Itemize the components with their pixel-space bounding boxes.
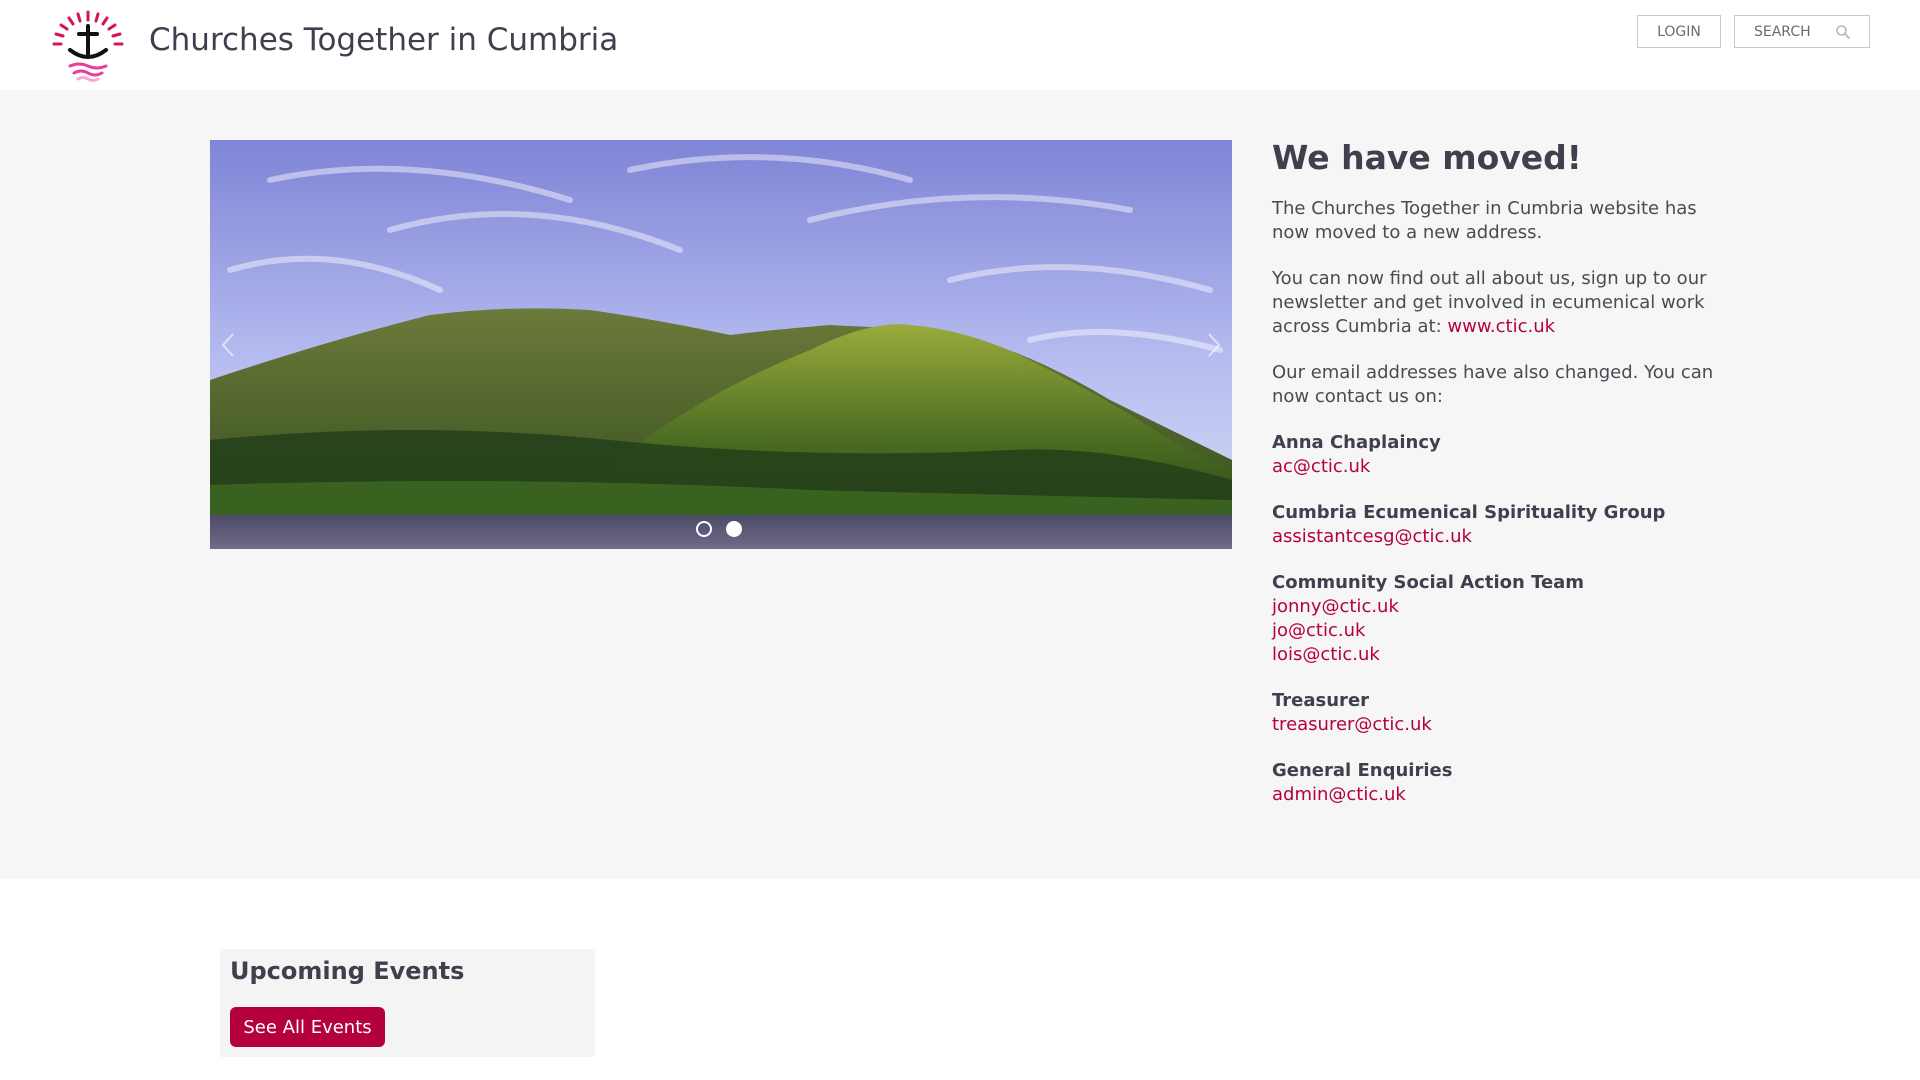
see-all-events-button[interactable]: See All Events <box>230 1007 385 1047</box>
carousel-dot-2-active[interactable] <box>726 521 742 537</box>
search-icon[interactable] <box>1835 24 1851 40</box>
new-site-link[interactable]: www.ctic.uk <box>1447 316 1555 337</box>
contact-email-link[interactable]: jonny@ctic.uk <box>1272 595 1732 619</box>
site-title[interactable]: Churches Together in Cumbria <box>149 22 618 58</box>
contact-block: Treasurer treasurer@ctic.uk <box>1272 689 1732 737</box>
contact-email-link[interactable]: jo@ctic.uk <box>1272 619 1732 643</box>
contact-name: General Enquiries <box>1272 760 1453 781</box>
contact-email-link[interactable]: admin@ctic.uk <box>1272 783 1732 807</box>
contact-name: Treasurer <box>1272 690 1370 711</box>
upcoming-events-panel: Upcoming Events See All Events <box>220 949 595 1057</box>
image-carousel[interactable] <box>210 140 1232 549</box>
notice-paragraph-2: You can now find out all about us, sign … <box>1272 267 1732 339</box>
site-header: Churches Together in Cumbria LOGIN <box>0 0 1920 90</box>
contact-name: Anna Chaplaincy <box>1272 432 1441 453</box>
moved-notice: We have moved! The Churches Together in … <box>1272 138 1732 829</box>
carousel-next-arrow-icon[interactable] <box>1202 330 1224 360</box>
carousel-prev-arrow-icon[interactable] <box>218 330 240 360</box>
contact-name: Community Social Action Team <box>1272 572 1585 593</box>
carousel-slide-landscape <box>210 140 1232 549</box>
contact-block: Community Social Action Team jonny@ctic.u… <box>1272 571 1732 667</box>
contact-block: Cumbria Ecumenical Spirituality Group ass… <box>1272 501 1732 549</box>
notice-paragraph-3: Our email addresses have also changed. Y… <box>1272 362 1714 407</box>
church-logo-icon[interactable] <box>48 6 128 86</box>
contact-email-link[interactable]: assistantcesg@ctic.uk <box>1272 525 1732 549</box>
contact-email-link[interactable]: treasurer@ctic.uk <box>1272 713 1732 737</box>
events-heading: Upcoming Events <box>230 957 465 985</box>
contact-list: Anna Chaplaincy ac@ctic.uk Cumbria Ecumeni… <box>1272 431 1732 807</box>
contact-email-link[interactable]: lois@ctic.uk <box>1272 643 1732 667</box>
notice-paragraph-1: The Churches Together in Cumbria website… <box>1272 198 1697 243</box>
contact-email-link[interactable]: ac@ctic.uk <box>1272 455 1732 479</box>
contact-block: General Enquiries admin@ctic.uk <box>1272 759 1732 807</box>
login-button[interactable]: LOGIN <box>1637 15 1721 48</box>
contact-block: Anna Chaplaincy ac@ctic.uk <box>1272 431 1732 479</box>
notice-heading: We have moved! <box>1272 138 1582 177</box>
search-box <box>1734 15 1870 48</box>
carousel-dot-1[interactable] <box>696 521 712 537</box>
contact-name: Cumbria Ecumenical Spirituality Group <box>1272 502 1666 523</box>
